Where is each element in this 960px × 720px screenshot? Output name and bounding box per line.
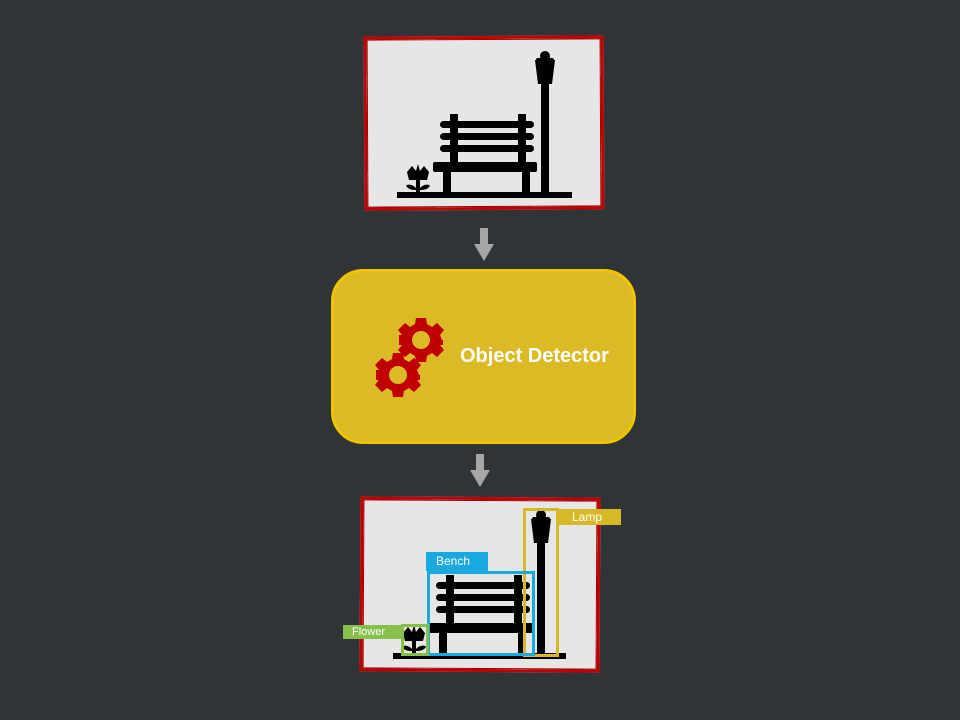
flower-icon xyxy=(406,164,430,194)
lamp-icon xyxy=(535,51,555,196)
bench-icon xyxy=(433,114,537,192)
flower-bounding-box xyxy=(401,624,429,656)
ground-line xyxy=(397,192,572,198)
down-arrow-icon-2 xyxy=(470,454,490,487)
input-scene xyxy=(397,51,572,198)
bench-bounding-box xyxy=(427,571,535,656)
down-arrow-icon xyxy=(474,228,494,261)
flower-label: Flower xyxy=(343,625,401,639)
gears-icon xyxy=(375,318,444,397)
detector-label: Object Detector xyxy=(460,345,609,367)
bench-label: Bench xyxy=(426,552,488,571)
lamp-label: Lamp xyxy=(558,509,621,525)
